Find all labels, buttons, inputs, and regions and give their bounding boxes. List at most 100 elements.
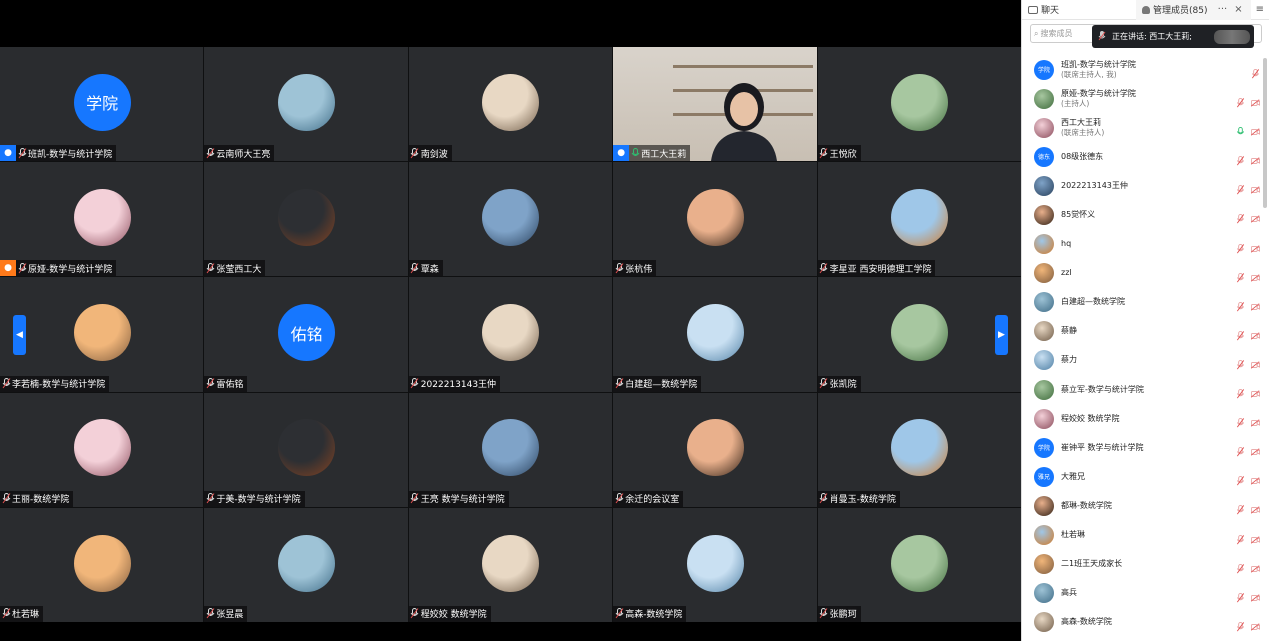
participant-tile[interactable]: 李星亚 西安明德理工学院 [817, 162, 1021, 277]
member-row[interactable]: 学院 班凯-数学与统计学院 (联席主持人, 我) [1022, 55, 1269, 84]
mic-muted-icon[interactable] [1236, 239, 1245, 258]
participant-tile[interactable]: 覃森 [408, 162, 613, 277]
camera-off-icon[interactable] [1250, 297, 1260, 316]
member-row[interactable]: 蔡静 [1022, 317, 1269, 346]
mic-muted-icon[interactable] [1236, 442, 1245, 461]
participant-tile[interactable]: 肖曼玉-数统学院 [817, 392, 1021, 507]
member-row[interactable]: 2022213143王仲 [1022, 171, 1269, 200]
mic-muted-icon[interactable] [1236, 93, 1245, 112]
participant-nameplate: 张莹西工大 [204, 260, 266, 277]
camera-off-icon[interactable] [1250, 384, 1260, 403]
participant-tile[interactable]: 南剑波 [408, 47, 613, 162]
participant-tile[interactable]: 学院 ● 班凯-数学与统计学院 [0, 47, 204, 162]
next-page-button[interactable]: ▶ [995, 315, 1008, 355]
mic-muted-icon[interactable] [1236, 180, 1245, 199]
camera-off-icon[interactable] [1250, 268, 1260, 287]
participant-tile[interactable]: ● 原娅-数学与统计学院 [0, 162, 204, 277]
camera-off-icon[interactable] [1250, 151, 1260, 170]
participant-tile[interactable]: 余迁的会议室 [613, 392, 817, 507]
tab-members[interactable]: 管理成员(85) ··· × [1136, 0, 1251, 20]
camera-off-icon[interactable] [1250, 180, 1260, 199]
member-row[interactable]: 蔡力 [1022, 346, 1269, 375]
mic-muted-icon[interactable] [1236, 326, 1245, 345]
camera-off-icon[interactable] [1250, 500, 1260, 519]
member-name: 蔡静 [1061, 326, 1077, 336]
mic-muted-icon[interactable] [1236, 500, 1245, 519]
camera-off-icon[interactable] [1250, 588, 1260, 607]
mic-muted-icon[interactable] [1236, 151, 1245, 170]
close-panel-button[interactable]: × [1232, 4, 1244, 15]
participant-tile[interactable]: 王亮 数学与统计学院 [408, 392, 613, 507]
mic-muted-icon[interactable] [1251, 64, 1260, 83]
member-row[interactable]: 蔡立军-数学与统计学院 [1022, 375, 1269, 404]
participant-tile[interactable]: 张凯院 [817, 277, 1021, 392]
camera-off-icon[interactable] [1250, 530, 1260, 549]
mic-muted-icon[interactable] [1236, 268, 1245, 287]
mic-muted-icon[interactable] [1236, 209, 1245, 228]
participant-tile[interactable]: 杜若琳 [0, 507, 204, 622]
member-avatar [1034, 88, 1054, 109]
mic-muted-icon [409, 491, 421, 507]
camera-off-icon[interactable] [1250, 239, 1260, 258]
camera-off-icon[interactable] [1250, 122, 1260, 141]
camera-off-icon[interactable] [1250, 93, 1260, 112]
mic-muted-icon[interactable] [1236, 297, 1245, 316]
more-options-button[interactable]: ··· [1216, 4, 1230, 15]
camera-off-icon[interactable] [1250, 471, 1260, 490]
mic-muted-icon[interactable] [1236, 530, 1245, 549]
participant-tile[interactable]: 张杭伟 [613, 162, 817, 277]
member-row[interactable]: 杜若琳 [1022, 521, 1269, 550]
participant-tile[interactable]: 李若楠-数学与统计学院 [0, 277, 204, 392]
camera-off-icon[interactable] [1250, 413, 1260, 432]
camera-off-icon[interactable] [1250, 559, 1260, 578]
member-row[interactable]: 原娅-数学与统计学院 (主持人) [1022, 84, 1269, 113]
mic-muted-icon[interactable] [1236, 559, 1245, 578]
panel-menu-button[interactable]: ≡ [1251, 4, 1269, 15]
member-row[interactable]: 高兵 [1022, 579, 1269, 608]
participant-tile[interactable]: 王丽-数统学院 [0, 392, 204, 507]
participant-tile[interactable]: 张鹏珂 [817, 507, 1021, 622]
mic-muted-icon[interactable] [1236, 413, 1245, 432]
mic-muted-icon[interactable] [1236, 471, 1245, 490]
member-row[interactable]: 德东 08级张德东 [1022, 142, 1269, 171]
member-row[interactable]: 白建超—数统学院 [1022, 288, 1269, 317]
mic-muted-icon[interactable] [1236, 588, 1245, 607]
avatar-image [73, 189, 131, 246]
participant-tile[interactable]: 张莹西工大 [204, 162, 408, 277]
mic-muted-icon[interactable] [1236, 384, 1245, 403]
member-row[interactable]: 学院 崔钟平 数学与统计学院 [1022, 433, 1269, 462]
member-row[interactable]: 都琳-数统学院 [1022, 491, 1269, 520]
member-list-scrollbar[interactable] [1263, 58, 1267, 208]
camera-off-icon[interactable] [1250, 442, 1260, 461]
participant-tile[interactable]: 白建超—数统学院 [613, 277, 817, 392]
tab-chat[interactable]: 聊天 [1022, 0, 1136, 20]
member-row[interactable]: 程姣姣 数统学院 [1022, 404, 1269, 433]
participant-tile[interactable]: 2022213143王仲 [408, 277, 613, 392]
member-avatar [1034, 263, 1054, 284]
mic-muted-icon [409, 376, 421, 392]
participant-tile[interactable]: 程姣姣 数统学院 [408, 507, 613, 622]
member-info: 2022213143王仲 [1061, 181, 1128, 191]
member-row[interactable]: hq [1022, 230, 1269, 259]
camera-off-icon[interactable] [1250, 617, 1260, 636]
member-row[interactable]: 雅兄 大雅兄 [1022, 462, 1269, 491]
participant-tile[interactable]: 佑铭 雷佑铭 [204, 277, 408, 392]
participant-tile[interactable]: 王悦欣 [817, 47, 1021, 162]
camera-off-icon[interactable] [1250, 326, 1260, 345]
camera-off-icon[interactable] [1250, 209, 1260, 228]
participant-tile[interactable]: 云南师大王亮 [204, 47, 408, 162]
mic-muted-icon[interactable] [1236, 355, 1245, 374]
prev-page-button[interactable]: ◀ [13, 315, 26, 355]
participant-tile[interactable]: 张昱晨 [204, 507, 408, 622]
mic-muted-icon[interactable] [1236, 617, 1245, 636]
camera-off-icon[interactable] [1250, 355, 1260, 374]
member-row[interactable]: 西工大王莉 (联席主持人) [1022, 113, 1269, 142]
member-row[interactable]: 85觉怀义 [1022, 200, 1269, 229]
member-row[interactable]: zzl [1022, 259, 1269, 288]
participant-tile[interactable]: 于美-数学与统计学院 [204, 392, 408, 507]
member-row[interactable]: 二1班王天成家长 [1022, 550, 1269, 579]
member-row[interactable]: 高森-数统学院 [1022, 608, 1269, 637]
mic-active-icon[interactable] [1236, 122, 1245, 141]
participant-tile[interactable]: ● 西工大王莉 [613, 47, 817, 162]
participant-tile[interactable]: 高森-数统学院 [613, 507, 817, 622]
